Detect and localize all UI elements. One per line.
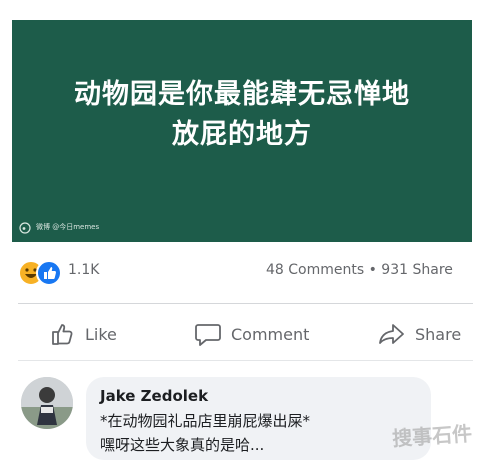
thumbs-up-icon (52, 324, 73, 345)
comments-shares-count[interactable]: 48 Comments • 931 Share (266, 262, 453, 278)
image-watermark: 微博 @今日memes (18, 220, 99, 234)
comment-bubble: Jake Zedolek *在动物园礼品店里崩屁爆出屎* 嘿呀这些大象真的是哈.… (86, 377, 431, 460)
share-label: Share (415, 324, 462, 344)
comment-line-1: *在动物园礼品店里崩屁爆出屎* (100, 412, 311, 430)
divider (18, 360, 473, 361)
post-caption: 动物园是你最能肆无忌惮地 放屁的地方 (12, 75, 472, 155)
like-button[interactable]: Like (50, 314, 117, 354)
comment-author[interactable]: Jake Zedolek (100, 387, 208, 405)
comment-button[interactable]: Comment (194, 314, 309, 354)
post-image[interactable]: 动物园是你最能肆无忌惮地 放屁的地方 微博 @今日memes (12, 20, 472, 242)
caption-line-2: 放屁的地方 (172, 119, 312, 150)
comment-line-2: 嘿呀这些大象真的是哈... (100, 436, 265, 454)
corner-watermark: 搜事石件 (391, 421, 473, 451)
like-reaction-icon (36, 260, 62, 286)
post-actions: Like Comment Share (18, 314, 473, 354)
share-button[interactable]: Share (378, 314, 461, 354)
caption-line-1: 动物园是你最能肆无忌惮地 (74, 79, 410, 110)
reaction-stats-row: 1.1K 48 Comments • 931 Share (18, 258, 473, 286)
speech-bubble-icon (195, 324, 221, 346)
avatar-photo (21, 377, 73, 429)
watermark-text: 微博 @今日memes (36, 223, 100, 231)
weibo-logo-icon (19, 222, 31, 234)
avatar[interactable] (21, 377, 73, 429)
like-label: Like (85, 324, 117, 344)
comment-label: Comment (231, 324, 310, 344)
comment-text: *在动物园礼品店里崩屁爆出屎* 嘿呀这些大象真的是哈... (100, 409, 310, 457)
reaction-icons[interactable] (18, 260, 68, 286)
divider (18, 303, 473, 304)
reaction-count[interactable]: 1.1K (68, 262, 99, 278)
share-arrow-icon (379, 324, 404, 344)
